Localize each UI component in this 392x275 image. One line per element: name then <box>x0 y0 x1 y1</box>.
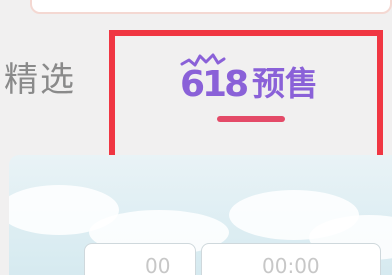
top-card <box>30 0 392 14</box>
countdown-time: 00 <box>145 254 171 275</box>
countdown-slot: 00:00 <box>201 243 381 275</box>
banner[interactable]: 00 00:00 <box>9 155 392 275</box>
presale-logo: 618 预售 <box>180 53 318 104</box>
countdown-slot: 00 <box>84 243 196 275</box>
presale-number: 618 <box>180 64 247 104</box>
tab-featured[interactable]: 精选 <box>4 52 76 101</box>
tab-618-presale[interactable]: 618 预售 <box>160 38 336 130</box>
countdown-time: 00:00 <box>262 254 320 275</box>
active-tab-underline <box>217 116 285 122</box>
presale-label: 预售 <box>252 64 318 103</box>
